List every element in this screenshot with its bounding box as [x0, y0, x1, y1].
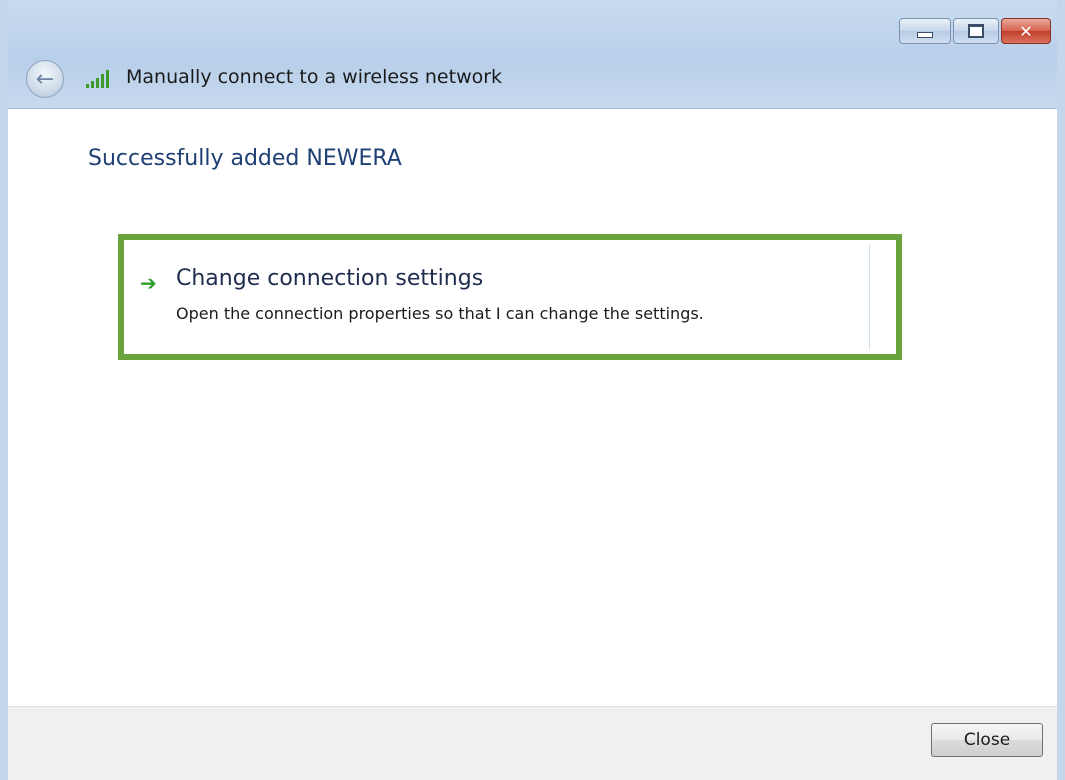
close-icon: ✕ — [1019, 21, 1033, 41]
close-button[interactable]: Close — [931, 723, 1043, 757]
option-inner-frame — [128, 244, 870, 350]
green-arrow-icon: ➔ — [140, 271, 157, 295]
title-bar: ✕ ← Manually connect to a wireless netwo… — [8, 0, 1057, 109]
wireless-signal-icon — [86, 68, 114, 88]
option-title[interactable]: Change connection settings — [176, 266, 483, 291]
window-controls: ✕ — [899, 18, 1051, 44]
wizard-window: ✕ ← Manually connect to a wireless netwo… — [0, 0, 1065, 780]
close-window-button[interactable]: ✕ — [1001, 18, 1051, 44]
maximize-button[interactable] — [953, 18, 999, 44]
maximize-icon — [968, 24, 984, 38]
minimize-button[interactable] — [899, 18, 951, 44]
change-connection-settings-option[interactable]: ➔ Change connection settings Open the co… — [118, 234, 902, 360]
option-description: Open the connection properties so that I… — [176, 304, 704, 323]
back-arrow-icon: ← — [35, 66, 55, 92]
back-button[interactable]: ← — [26, 60, 64, 98]
window-title: Manually connect to a wireless network — [126, 66, 503, 88]
minimize-icon — [917, 32, 933, 38]
footer-bar: Close — [8, 706, 1057, 780]
page-heading: Successfully added NEWERA — [88, 146, 402, 171]
